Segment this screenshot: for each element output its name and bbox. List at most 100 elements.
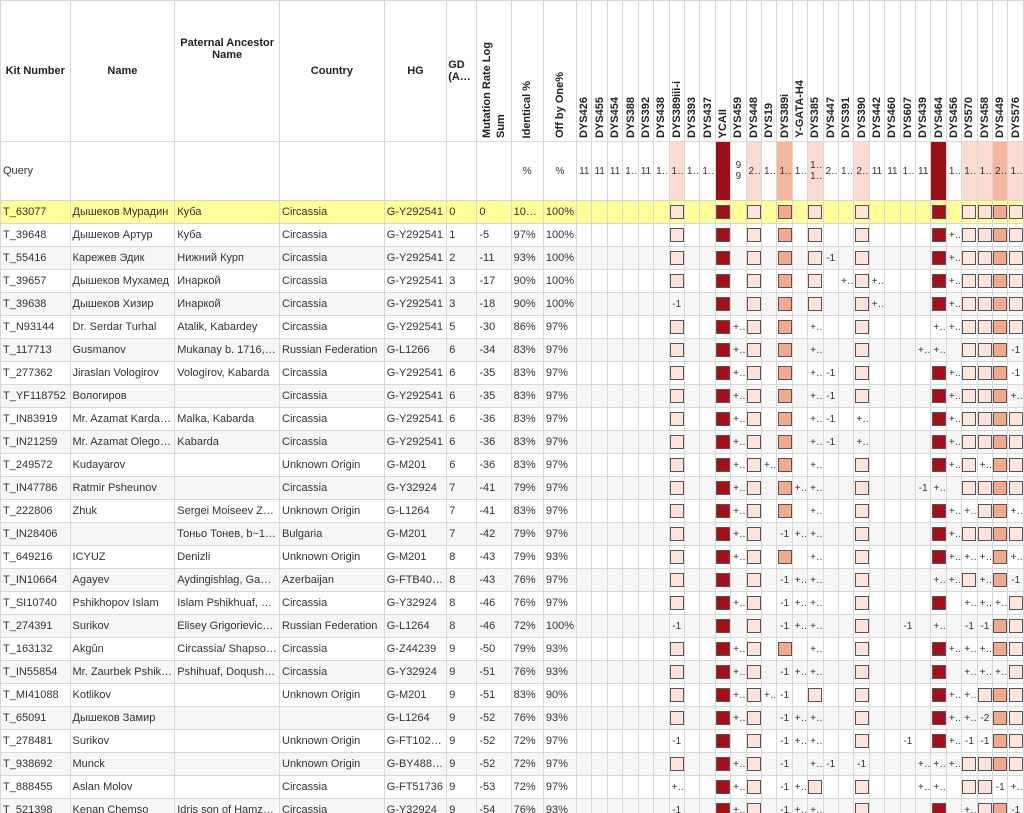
table-row[interactable]: T_39657 Дышеков Мухамед Инаркой Circassia G-… <box>0 269 1024 293</box>
col-marker-dys390[interactable]: DYS390 <box>853 0 870 142</box>
kit-number-cell[interactable]: T_274391 <box>0 614 71 638</box>
table-row[interactable]: T_222806ZhukSergei Moiseev Zhuk, b. 1865… <box>0 499 1024 523</box>
kit-number-cell[interactable]: T_IN47786 <box>0 476 71 500</box>
name-cell: Akgûn <box>69 637 176 661</box>
col-marker-dys448[interactable]: DYS448 <box>745 0 762 142</box>
kit-number-cell[interactable]: T_39648 <box>0 223 71 247</box>
col-marker-dys576[interactable]: DYS576 <box>1007 0 1024 142</box>
col-marker-ycaii[interactable]: YCAII <box>714 0 732 142</box>
marker-cell <box>699 200 716 224</box>
table-row[interactable]: T_YF118752 Вологиров Circassia G-Y292541 6 -3… <box>0 384 1024 408</box>
col-marker-dys385[interactable]: DYS385 <box>807 0 824 142</box>
table-row[interactable]: T_63077 Дышеков Мурадин Куба Circassia G-Y29… <box>0 200 1024 224</box>
table-row[interactable]: T_521398 Kenan Chemso Idris son of Hamza C… <box>0 798 1024 813</box>
col-marker-dys464[interactable]: DYS464 <box>930 0 947 142</box>
col-marker-y-gata-h4[interactable]: Y-GATA-H4 <box>791 0 809 142</box>
col-marker-dys456[interactable]: DYS456 <box>945 0 963 142</box>
kit-number-cell[interactable]: T_YF118752 <box>0 384 71 408</box>
marker-cell <box>992 637 1009 661</box>
table-row[interactable]: T_IN83919 Mr. Azamat Kardanov Malka, Kabar… <box>0 407 1024 431</box>
kit-number-cell[interactable]: T_IN28406 <box>0 522 71 546</box>
col-marker-dys437[interactable]: DYS437 <box>699 0 716 142</box>
table-row[interactable]: T_938692 Munck Unknown Origin G-BY48807 9 -52… <box>0 752 1024 776</box>
col-mutation-rate[interactable]: Mutation Rate Log Sum <box>476 0 512 142</box>
col-haplogroup[interactable]: HG <box>383 0 448 142</box>
table-row[interactable]: T_117713GusmanovMukanay b. 1716, Bashkor… <box>0 338 1024 362</box>
col-marker-dys455[interactable]: DYS455 <box>591 0 608 142</box>
kit-number-cell[interactable]: T_249572 <box>0 453 71 477</box>
col-off-by-one-pct[interactable]: Off by One% <box>542 0 578 142</box>
query-value-y-gata-h4: 10 <box>791 141 809 201</box>
kit-number-cell[interactable]: T_222806 <box>0 499 71 523</box>
col-marker-dys389iii-i[interactable]: DYS389iii-i <box>668 0 685 142</box>
col-country[interactable]: Country <box>279 0 385 142</box>
col-marker-dys392[interactable]: DYS392 <box>637 0 655 142</box>
table-row[interactable]: T_IN55854 Mr. Zaurbek Pshikhov Pshihuaf, D… <box>0 660 1024 684</box>
table-row[interactable]: T_278481 Surikov Unknown Origin G-FT102707 9… <box>0 729 1024 753</box>
kit-number-cell[interactable]: T_278481 <box>0 729 71 753</box>
kit-number-cell[interactable]: T_117713 <box>0 338 71 362</box>
col-marker-dys19[interactable]: DYS19 <box>760 0 778 142</box>
table-row[interactable]: T_888455 Aslan Molov Circassia G-FT51736 9 -5… <box>0 775 1024 799</box>
kit-number-cell[interactable]: T_65091 <box>0 706 71 730</box>
col-name[interactable]: Name <box>69 0 176 142</box>
col-marker-dys449[interactable]: DYS449 <box>992 0 1009 142</box>
name-cell: Surikov <box>69 729 176 753</box>
col-kit-number[interactable]: Kit Number <box>0 0 71 142</box>
table-row[interactable]: T_IN10664 Agayev Aydingishlag, Gabala Azerb… <box>0 568 1024 592</box>
col-marker-dys454[interactable]: DYS454 <box>606 0 624 142</box>
col-marker-dys442[interactable]: DYS442 <box>868 0 886 142</box>
marker-cell <box>653 246 670 270</box>
col-marker-dys460[interactable]: DYS460 <box>884 0 901 142</box>
col-marker-dys459[interactable]: DYS459 <box>730 0 747 142</box>
table-row[interactable]: T_MI41088 Kotlikov Unknown Origin G-M201 9 -5… <box>0 683 1024 707</box>
table-row[interactable]: T_55416 Карежев Эдик Нижний Курп Circassia G… <box>0 246 1024 270</box>
col-marker-dys570[interactable]: DYS570 <box>961 0 978 142</box>
kit-number-cell[interactable]: T_521398 <box>0 798 71 813</box>
kit-number-cell[interactable]: T_IN10664 <box>0 568 71 592</box>
col-marker-dys439[interactable]: DYS439 <box>915 0 932 142</box>
kit-number-cell[interactable]: T_IN55854 <box>0 660 71 684</box>
kit-number-cell[interactable]: T_SI10740 <box>0 591 71 615</box>
kit-number-cell[interactable]: T_277362 <box>0 361 71 385</box>
col-paternal-ancestor[interactable]: Paternal Ancestor Name <box>174 0 280 142</box>
col-marker-dys447[interactable]: DYS447 <box>822 0 839 142</box>
table-row[interactable]: T_N93144 Dr. Serdar Turhal Atalik, Kabarde… <box>0 315 1024 339</box>
col-marker-dys389i[interactable]: DYS389i <box>776 0 793 142</box>
kit-number-cell[interactable]: T_39657 <box>0 269 71 293</box>
table-row[interactable]: T_IN28406 Тоньо Тонев, b~1750 Bulgaria G-M2… <box>0 522 1024 546</box>
table-row[interactable]: T_249572 Kudayarov Unknown Origin G-M201 6 -3… <box>0 453 1024 477</box>
col-identical-pct[interactable]: Identical % <box>510 0 544 142</box>
kit-number-cell[interactable]: T_649216 <box>0 545 71 569</box>
kit-number-cell[interactable]: T_163132 <box>0 637 71 661</box>
col-genetic-distance[interactable]: GD (Abs) <box>446 0 478 142</box>
table-row[interactable]: T_649216 ICYUZ Denizli Unknown Origin G-M201… <box>0 545 1024 569</box>
kit-number-cell[interactable]: T_39638 <box>0 292 71 316</box>
table-row[interactable]: T_SI10740 Pshikhopov Islam Islam Pshikhuaf… <box>0 591 1024 615</box>
table-row[interactable]: T_IN21259Mr. Azamat Olegovich KardanovKa… <box>0 430 1024 454</box>
table-row[interactable]: T_39648 Дышеков Артур Куба Circassia G-Y2925… <box>0 223 1024 247</box>
marker-cell <box>668 660 685 684</box>
table-row[interactable]: T_39638 Дышеков Хизир Инаркой Circassia G-Y2… <box>0 292 1024 316</box>
kit-number-cell[interactable]: T_MI41088 <box>0 683 71 707</box>
col-marker-dys391[interactable]: DYS391 <box>837 0 855 142</box>
col-marker-dys393[interactable]: DYS393 <box>683 0 701 142</box>
table-row[interactable]: T_163132 Akgûn Circassia/ Shapsough Circass… <box>0 637 1024 661</box>
kit-number-cell[interactable]: T_IN21259 <box>0 430 71 454</box>
kit-number-cell[interactable]: T_63077 <box>0 200 71 224</box>
table-row[interactable]: T_IN47786 Ratmir Psheunov Circassia G-Y3292… <box>0 476 1024 500</box>
marker-match-swatch <box>777 205 792 219</box>
kit-number-cell[interactable]: T_N93144 <box>0 315 71 339</box>
col-marker-dys458[interactable]: DYS458 <box>976 0 994 142</box>
kit-number-cell[interactable]: T_888455 <box>0 775 71 799</box>
kit-number-cell[interactable]: T_55416 <box>0 246 71 270</box>
table-row[interactable]: T_277362 Jiraslan Vologirov Vologirov, Kab… <box>0 361 1024 385</box>
col-marker-dys607[interactable]: DYS607 <box>899 0 917 142</box>
kit-number-cell[interactable]: T_IN83919 <box>0 407 71 431</box>
col-marker-dys388[interactable]: DYS388 <box>622 0 639 142</box>
col-marker-dys426[interactable]: DYS426 <box>576 0 593 142</box>
table-row[interactable]: T_274391SurikovElisey Grigorievich Surik… <box>0 614 1024 638</box>
col-marker-dys438[interactable]: DYS438 <box>653 0 670 142</box>
kit-number-cell[interactable]: T_938692 <box>0 752 71 776</box>
table-row[interactable]: T_65091 Дышеков Замир G-L1264 9 -52 76% 93% +2 -… <box>0 706 1024 730</box>
